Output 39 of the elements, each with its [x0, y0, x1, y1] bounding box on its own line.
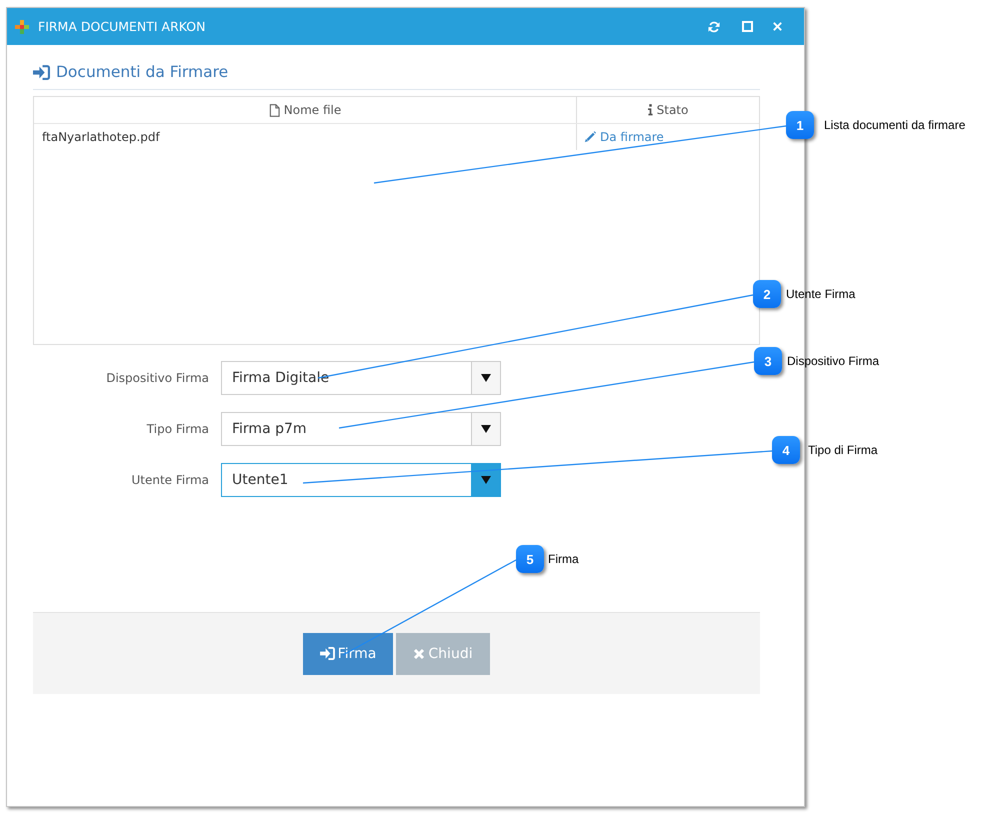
close-icon	[772, 21, 782, 32]
x-icon	[413, 648, 426, 660]
caret-icon	[481, 425, 491, 433]
dropdown-toggle[interactable]	[471, 413, 500, 445]
file-icon	[268, 104, 280, 116]
callout-label: Lista documenti da firmare	[824, 118, 966, 132]
callout-badge: 2	[753, 280, 781, 308]
field-label: Dispositivo Firma	[105, 371, 209, 385]
dropdown[interactable]: Firma p7m	[221, 412, 501, 446]
callout-label: Firma	[548, 552, 579, 566]
table-cell: ftaNyarlathotep.pdf	[42, 130, 160, 144]
pencil-icon	[584, 131, 596, 143]
caret-icon	[481, 476, 491, 484]
info-icon	[648, 104, 653, 116]
dropdown[interactable]: Firma Digitale	[221, 361, 501, 395]
status-label: Da firmare	[600, 130, 664, 144]
callout-label: Dispositivo Firma	[787, 354, 880, 368]
dropdown-toggle[interactable]	[471, 464, 500, 496]
window-title: FIRMA DOCUMENTI ARKON	[38, 19, 206, 34]
callout-badge: 5	[516, 545, 544, 573]
caret-icon	[481, 374, 491, 382]
submit-button[interactable]: Firma	[303, 632, 393, 674]
dropdown-toggle[interactable]	[471, 362, 500, 394]
column-header: Nome file	[284, 103, 342, 117]
sign-in-icon	[33, 64, 50, 80]
field-label: Utente Firma	[130, 473, 209, 487]
callout-badge: 1	[786, 111, 814, 139]
refresh-icon	[708, 20, 720, 32]
field-label: Tipo Firma	[146, 422, 209, 436]
maximize-icon	[742, 21, 752, 32]
dropdown[interactable]: Utente1	[221, 463, 501, 497]
sign-in-icon	[320, 647, 335, 660]
section-title: Documenti da Firmare	[56, 63, 228, 81]
callout-label: Utente Firma	[786, 287, 856, 301]
callout-badge: 3	[754, 347, 782, 375]
column-header: Stato	[656, 103, 688, 117]
callout-badge: 4	[772, 436, 800, 464]
app-logo-icon	[15, 20, 29, 34]
callout-label: Tipo di Firma	[808, 443, 878, 457]
